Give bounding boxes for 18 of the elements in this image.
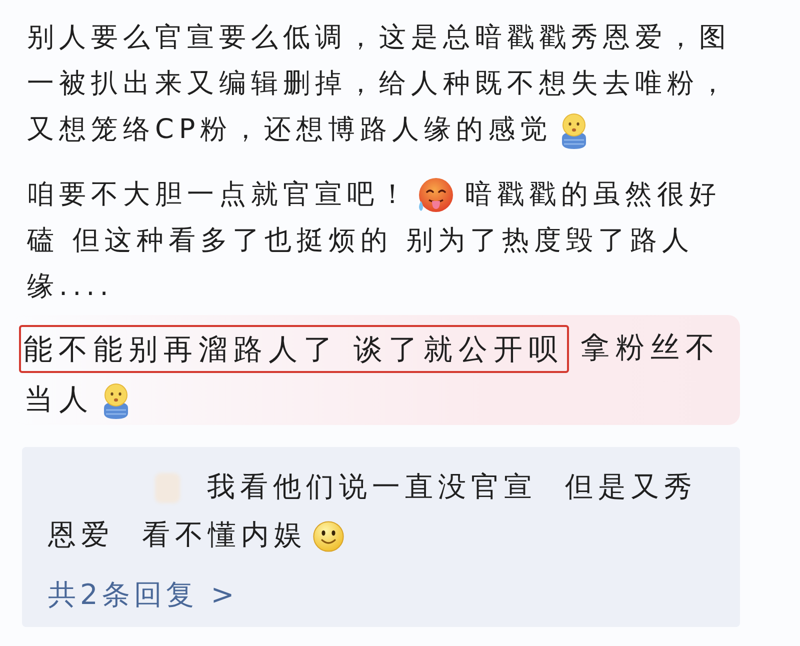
comment-text: 恩爱 看不懂内娱 — [48, 518, 307, 551]
smiley-face-icon — [312, 520, 344, 552]
more-replies-link[interactable]: 共2条回复 > — [48, 571, 238, 619]
blurred-username — [155, 473, 180, 504]
comment-text: 我看他们说一直没官宣 但是又秀 — [207, 470, 697, 503]
comment-text: 一被扒出来又编辑删掉，给人种既不想失去唯粉， — [27, 68, 731, 99]
comment-text: 又想笼络CP粉，还想博路人缘的感觉 — [27, 114, 552, 145]
comment-text: 当人 — [24, 382, 94, 416]
comment-text: 咱要不大胆一点就官宣吧！ — [27, 179, 411, 210]
comment-text: 拿粉丝不 — [580, 330, 721, 364]
scarf-face-icon — [102, 383, 130, 420]
scarf-face-icon — [560, 112, 588, 149]
comment-text: 暗戳戳的虽然很好 — [465, 179, 721, 210]
comment-text: 磕 但这种看多了也挺烦的 别为了热度毁了路人 — [27, 225, 694, 256]
comment-text: 缘.... — [27, 271, 114, 302]
comment-text: 别人要么官宣要么低调，这是总暗戳戳秀恩爱，图 — [27, 22, 731, 53]
hot-face-icon — [416, 176, 453, 215]
outlined-text: 能不能别再溜路人了 谈了就公开呗 — [18, 325, 569, 374]
